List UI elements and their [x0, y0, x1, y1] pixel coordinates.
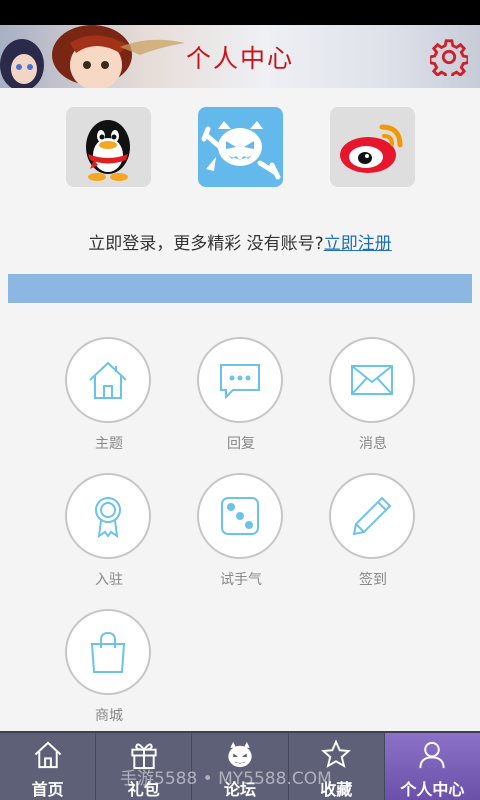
- shopping-bag-icon: [90, 631, 126, 673]
- menu-label: 入驻: [95, 572, 123, 588]
- menu-circle: [329, 473, 415, 559]
- menu-item-messages[interactable]: 消息: [329, 337, 417, 452]
- chat-bubble-icon: [220, 364, 260, 400]
- tab-home[interactable]: 首页: [0, 733, 97, 800]
- menu-circle: [329, 337, 415, 423]
- menu-circle: [197, 473, 283, 559]
- watermark: 手游5588 • MY5588.COM: [120, 769, 332, 789]
- menu-label: 商城: [95, 708, 123, 724]
- menu-label: 回复: [227, 436, 255, 452]
- menu-circle: [65, 609, 151, 695]
- home-icon: [89, 361, 127, 399]
- login-options: [0, 107, 480, 187]
- register-link[interactable]: 立即注册: [324, 234, 392, 254]
- menu-item-join[interactable]: 入驻: [65, 473, 153, 588]
- qq-login-button[interactable]: [66, 107, 151, 187]
- menu-item-try-luck[interactable]: 试手气: [197, 473, 285, 588]
- app-login-button[interactable]: [198, 107, 283, 187]
- menu-circle: [65, 473, 151, 559]
- login-prompt-text: 立即登录，更多精彩 没有账号?: [88, 234, 324, 254]
- menu-circle: [65, 337, 151, 423]
- menu-circle: [197, 337, 283, 423]
- menu-label: 签到: [359, 572, 387, 588]
- badge-icon: [95, 497, 121, 538]
- menu-label: 试手气: [220, 572, 262, 588]
- menu-item-topics[interactable]: 主题: [65, 337, 153, 452]
- tab-label: 首页: [31, 780, 64, 799]
- menu-item-replies[interactable]: 回复: [197, 337, 285, 452]
- pencil-icon: [352, 496, 392, 536]
- header: 个人中心: [0, 25, 480, 88]
- weibo-icon: [340, 124, 403, 173]
- page-title: 个人中心: [185, 44, 294, 73]
- envelope-icon: [351, 365, 393, 395]
- weibo-login-button[interactable]: [330, 107, 415, 187]
- menu-item-checkin[interactable]: 签到: [329, 473, 417, 588]
- dice-icon: [221, 497, 259, 535]
- tab-label: 个人中心: [400, 780, 465, 799]
- status-bar: [0, 0, 480, 25]
- section-divider-bar: [8, 274, 472, 303]
- menu-label: 主题: [95, 436, 123, 452]
- menu-item-shop[interactable]: 商城: [65, 609, 153, 724]
- login-prompt: 立即登录，更多精彩 没有账号?立即注册: [0, 229, 480, 254]
- gear-icon[interactable]: [430, 38, 468, 76]
- home-icon: [34, 741, 61, 769]
- qq-penguin-icon: [86, 120, 130, 181]
- menu-label: 消息: [359, 436, 387, 452]
- person-icon: [419, 741, 445, 769]
- devil-mascot-icon: [201, 121, 281, 180]
- tab-profile[interactable]: 个人中心: [384, 733, 480, 800]
